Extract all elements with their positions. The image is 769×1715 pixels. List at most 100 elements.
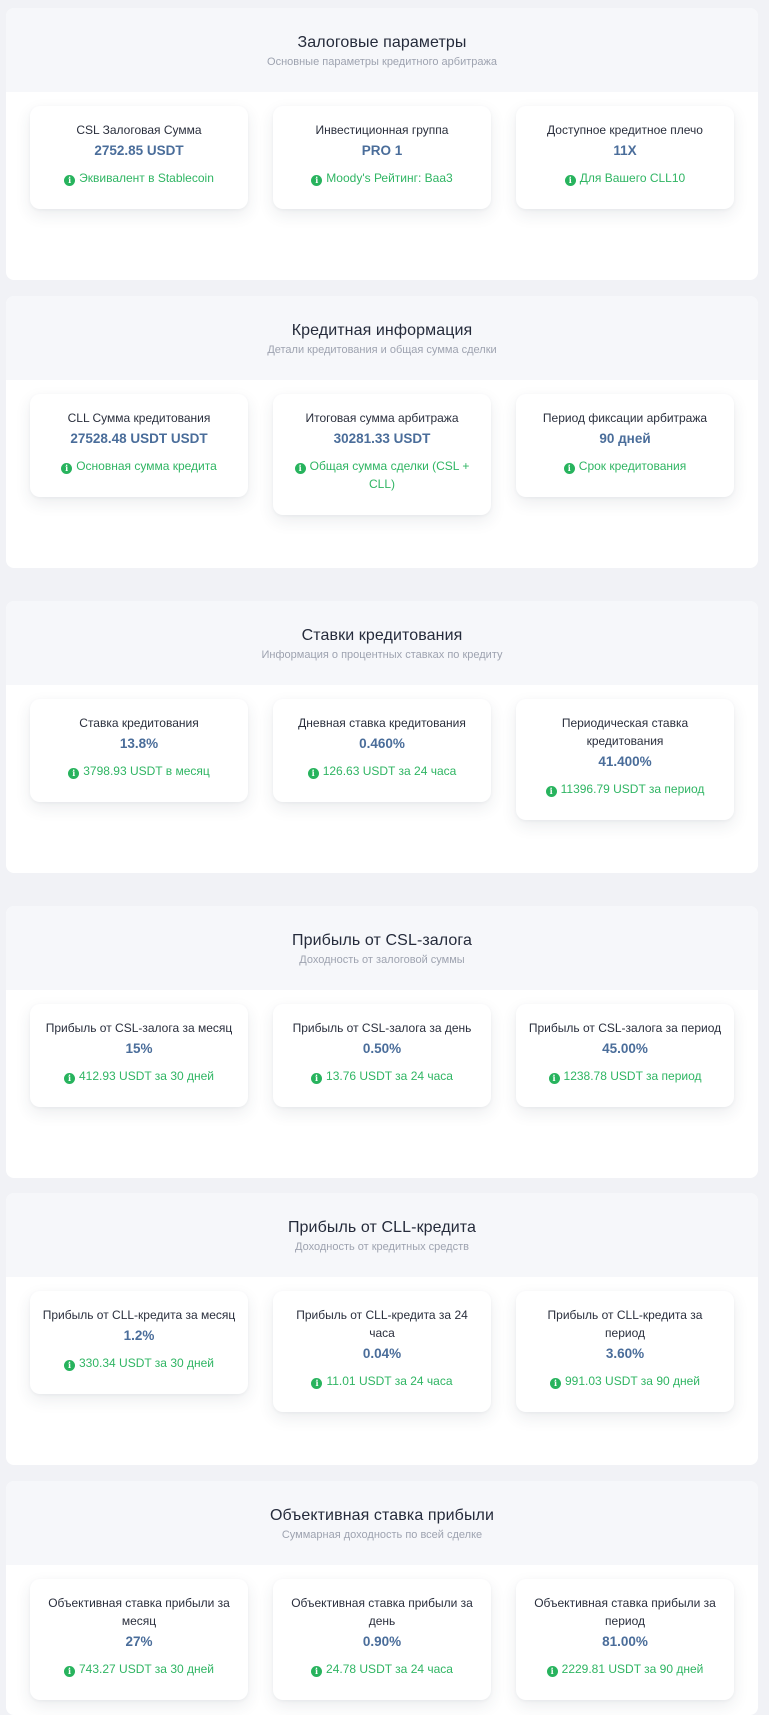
section-subtitle: Информация о процентных ставках по креди… — [261, 649, 503, 661]
section-objective-profit-rate: Объективная ставка прибыли Суммарная дох… — [6, 1481, 758, 1715]
card-objective-profit-day: Объективная ставка прибыли за день 0.90%… — [273, 1579, 491, 1700]
card-label: Прибыль от CLL-кредита за месяц — [42, 1308, 236, 1322]
card-note-text: Общая сумма сделки (CSL + CLL) — [309, 459, 470, 491]
info-icon: i — [564, 175, 576, 186]
card-note-text: Основная сумма кредита — [76, 459, 217, 473]
section-title: Объективная ставка прибыли — [269, 1507, 495, 1524]
card-note: i 3798.93 USDT в месяц — [40, 762, 238, 780]
card-value: 11X — [613, 143, 637, 158]
card-investment-group: Инвестиционная группа PRO 1 i Moody's Рей… — [273, 106, 491, 209]
info-icon: i — [68, 768, 80, 779]
card-note: i Основная сумма кредита — [40, 457, 238, 475]
card-label: Объективная ставка прибыли за период — [534, 1596, 716, 1628]
card-value: 15% — [125, 1041, 153, 1056]
card-label: CLL Сумма кредитования — [67, 411, 211, 425]
card-value: 13.8% — [119, 736, 159, 751]
card-label: CSL Залоговая Сумма — [76, 123, 202, 137]
card-label: Прибыль от CSL-залога за день — [292, 1021, 472, 1035]
card-note: i 2229.81 USDT за 90 дней — [526, 1660, 724, 1678]
card-csl-profit-month: Прибыль от CSL-залога за месяц 15% i 412.… — [30, 1004, 248, 1107]
info-icon: i — [311, 1073, 323, 1084]
section-lending-rates: Ставки кредитования Информация о процент… — [6, 601, 758, 873]
card-note-text: 412.93 USDT за 30 дней — [78, 1069, 215, 1083]
card-cll-profit-period: Прибыль от CLL-кредита за период 3.60% i… — [516, 1291, 734, 1412]
section-header: Залоговые параметры Основные параметры к… — [6, 8, 758, 92]
card-note: i Общая сумма сделки (CSL + CLL) — [283, 457, 481, 493]
section-credit-information: Кредитная информация Детали кредитования… — [6, 296, 758, 568]
card-note: i Срок кредитования — [526, 457, 724, 475]
card-objective-profit-month: Объективная ставка прибыли за месяц 27% … — [30, 1579, 248, 1700]
section-cards: CLL Сумма кредитования 27528.48 USDT USD… — [6, 380, 758, 568]
section-subtitle: Доходность от кредитных средств — [295, 1241, 469, 1253]
card-label: Доступное кредитное плечо — [547, 123, 703, 137]
card-label: Ставка кредитования — [79, 716, 199, 730]
card-value: 45.00% — [602, 1041, 648, 1056]
card-objective-profit-period: Объективная ставка прибыли за период 81.… — [516, 1579, 734, 1700]
section-cards: Ставка кредитования 13.8% i 3798.93 USDT … — [6, 685, 758, 873]
card-cll-credit-amount: CLL Сумма кредитования 27528.48 USDT USD… — [30, 394, 248, 497]
card-label: Объективная ставка прибыли за день — [291, 1596, 473, 1628]
section-subtitle: Детали кредитования и общая сумма сделки — [267, 344, 497, 356]
card-note-text: Срок кредитования — [578, 459, 687, 473]
card-note-text: 126.63 USDT за 24 часа — [322, 764, 457, 778]
card-note: i 1238.78 USDT за период — [526, 1067, 724, 1085]
card-csl-profit-day: Прибыль от CSL-залога за день 0.50% i 13.… — [273, 1004, 491, 1107]
section-cards: Прибыль от CLL-кредита за месяц 1.2% i 33… — [6, 1277, 758, 1465]
section-cards: Прибыль от CSL-залога за месяц 15% i 412.… — [6, 990, 758, 1178]
card-total-arbitrage-amount: Итоговая сумма арбитража 30281.33 USDT i… — [273, 394, 491, 515]
card-note-text: 991.03 USDT за 90 дней — [564, 1374, 701, 1388]
card-periodic-lending-rate: Периодическая ставка кредитования 41.400… — [516, 699, 734, 820]
section-cards: CSL Залоговая Сумма 2752.85 USDT i Эквива… — [6, 92, 758, 280]
section-header: Ставки кредитования Информация о процент… — [6, 601, 758, 685]
card-csl-profit-period: Прибыль от CSL-залога за период 45.00% i… — [516, 1004, 734, 1107]
card-value: 0.50% — [362, 1041, 402, 1056]
card-note: i 13.76 USDT за 24 часа — [283, 1067, 481, 1085]
info-icon: i — [311, 175, 323, 186]
card-label: Прибыль от CLL-кредита за период — [547, 1308, 703, 1340]
info-icon: i — [546, 1666, 558, 1677]
card-label: Дневная ставка кредитования — [298, 716, 466, 730]
card-label: Период фиксации арбитража — [542, 411, 708, 425]
card-note-text: 13.76 USDT за 24 часа — [326, 1069, 453, 1083]
card-label: Периодическая ставка кредитования — [561, 716, 689, 748]
card-label: Прибыль от CSL-залога за месяц — [45, 1021, 233, 1035]
card-note: i 126.63 USDT за 24 часа — [283, 762, 481, 780]
section-cll-credit-profit: Прибыль от CLL-кредита Доходность от кре… — [6, 1193, 758, 1465]
card-value: 30281.33 USDT — [333, 431, 431, 446]
info-icon: i — [307, 768, 319, 779]
card-note: i 991.03 USDT за 90 дней — [526, 1372, 724, 1390]
card-value: 2752.85 USDT — [94, 143, 184, 158]
info-icon: i — [294, 463, 306, 474]
card-note: i Для Вашего CLL10 — [526, 169, 724, 187]
card-note: i Moody's Рейтинг: Baa3 — [283, 169, 481, 187]
card-note: i 743.27 USDT за 30 дней — [40, 1660, 238, 1678]
section-title: Прибыль от CLL-кредита — [287, 1219, 477, 1236]
info-icon: i — [548, 1073, 560, 1084]
card-note: i 11396.79 USDT за период — [526, 780, 724, 798]
info-icon: i — [545, 786, 557, 797]
card-note: i 11.01 USDT за 24 часа — [283, 1372, 481, 1390]
card-value: 0.90% — [362, 1634, 402, 1649]
card-label: Прибыль от CLL-кредита за 24 часа — [296, 1308, 468, 1340]
card-label: Прибыль от CSL-залога за период — [528, 1021, 722, 1035]
section-header: Кредитная информация Детали кредитования… — [6, 296, 758, 380]
card-label: Инвестиционная группа — [315, 123, 449, 137]
card-note-text: 11.01 USDT за 24 часа — [326, 1374, 453, 1388]
card-available-leverage: Доступное кредитное плечо 11X i Для Вашег… — [516, 106, 734, 209]
info-icon: i — [63, 1666, 75, 1677]
card-value: PRO 1 — [361, 143, 403, 158]
section-title: Кредитная информация — [291, 322, 473, 339]
card-note: i 412.93 USDT за 30 дней — [40, 1067, 238, 1085]
card-lending-rate: Ставка кредитования 13.8% i 3798.93 USDT … — [30, 699, 248, 802]
card-note-text: 11396.79 USDT за период — [560, 782, 705, 796]
card-note-text: 330.34 USDT за 30 дней — [78, 1356, 215, 1370]
section-collateral-parameters: Залоговые параметры Основные параметры к… — [6, 8, 758, 280]
card-note-text: 743.27 USDT за 30 дней — [78, 1662, 215, 1676]
info-icon: i — [64, 175, 76, 186]
card-note-text: 2229.81 USDT за 90 дней — [561, 1662, 704, 1676]
card-note-text: Для Вашего CLL10 — [579, 171, 686, 185]
info-icon: i — [563, 463, 575, 474]
card-value: 81.00% — [602, 1634, 648, 1649]
section-cards: Объективная ставка прибыли за месяц 27% … — [6, 1565, 758, 1715]
card-value: 0.460% — [359, 736, 405, 751]
